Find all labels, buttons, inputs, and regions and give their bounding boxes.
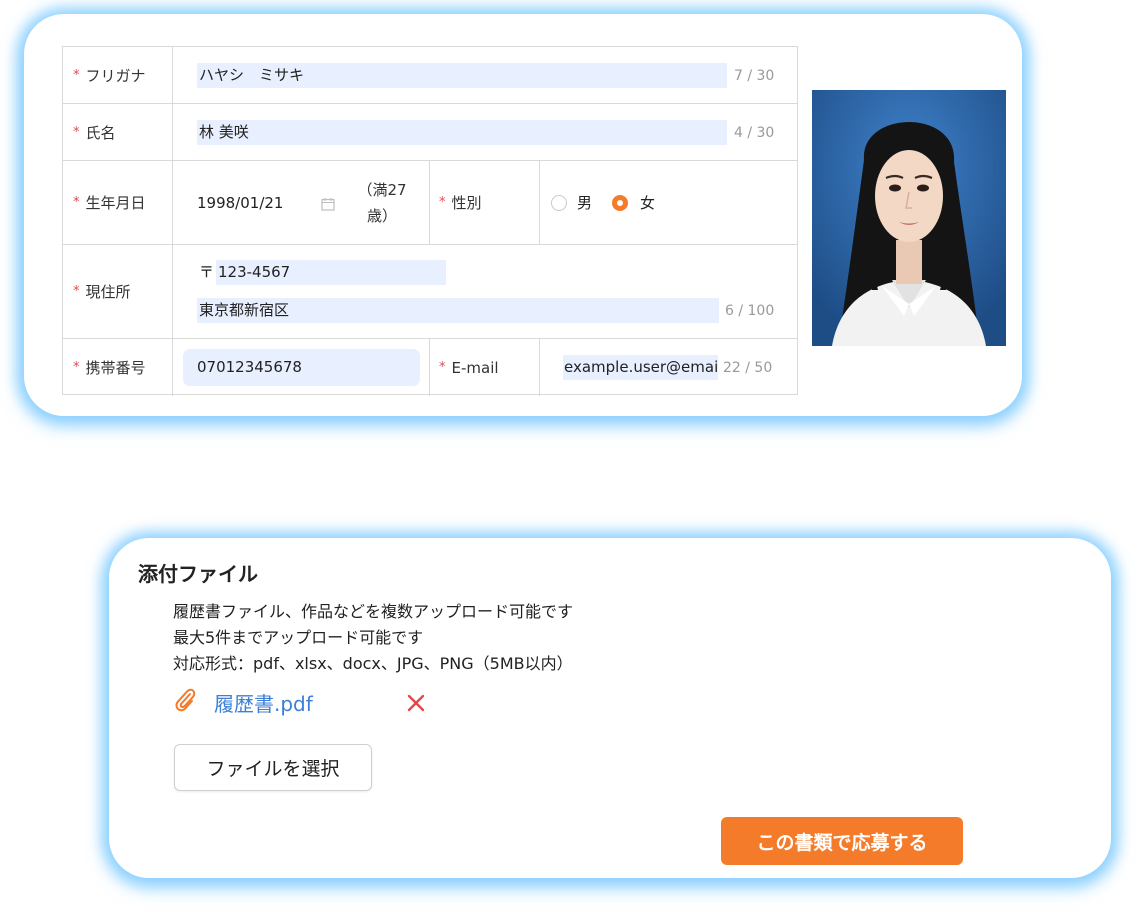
required-mark: * [73, 284, 80, 299]
divider [429, 339, 430, 396]
personal-info-form: * フリガナ ハヤシ ミサキ 7 / 30 * 氏名 林 美咲 4 / 30 *… [62, 46, 798, 396]
divider [539, 161, 540, 244]
calendar-icon[interactable] [321, 197, 335, 211]
required-mark: * [73, 124, 80, 140]
gender-label-text: 性別 [451, 194, 482, 212]
postal-code-value[interactable]: 123-4567 [218, 260, 438, 285]
attachments-desc-formats: 対応形式：pdf、xlsx、docx、JPG、PNG（5MB以内） [173, 654, 573, 673]
name-input-value[interactable]: 林 美咲 [199, 120, 719, 145]
furigana-label-text: フリガナ [85, 66, 146, 85]
paperclip-icon [175, 688, 196, 712]
gender-radio-male[interactable] [551, 195, 567, 211]
attachments-card: 添付ファイル 履歴書ファイル、作品などを複数アップロード可能です 最大5件までア… [109, 538, 1111, 878]
attachments-desc-multiple: 履歴書ファイル、作品などを複数アップロード可能です [173, 602, 574, 621]
address-input-value[interactable]: 東京都新宿区 [199, 298, 709, 323]
birthdate-input[interactable]: 1998/01/21 [197, 191, 307, 216]
required-mark: * [439, 195, 446, 210]
phone-input-value[interactable]: 07012345678 [197, 355, 407, 380]
remove-file-icon[interactable] [406, 693, 426, 713]
email-input-value[interactable]: example.user@emai [564, 355, 718, 380]
row-furigana: * フリガナ ハヤシ ミサキ 7 / 30 [63, 47, 797, 104]
email-label: * E-mail [439, 339, 499, 396]
age-line1: （満27 [357, 181, 407, 199]
required-mark: * [73, 67, 80, 83]
required-mark: * [73, 195, 80, 210]
address-label: * 現住所 [63, 245, 173, 338]
furigana-input-value[interactable]: ハヤシ ミサキ [199, 63, 719, 88]
select-file-button[interactable]: ファイルを選択 [174, 744, 372, 791]
divider [539, 339, 540, 396]
address-label-text: 現住所 [85, 283, 131, 301]
required-mark: * [73, 360, 80, 375]
attachments-title: 添付ファイル [138, 562, 258, 586]
gender-radio-female[interactable] [612, 195, 628, 211]
row-phone-email: * 携帯番号 07012345678 * E-mail example.user… [63, 339, 797, 396]
name-label: * 氏名 [63, 104, 173, 160]
row-birthdate-gender: * 生年月日 1998/01/21 （満27 歳） * 性別 男 女 [63, 161, 797, 245]
profile-photo [812, 90, 1006, 346]
required-mark: * [439, 360, 446, 375]
furigana-char-counter: 7 / 30 [734, 68, 775, 84]
portrait-image [812, 90, 1006, 346]
apply-with-documents-button[interactable]: この書類で応募する [721, 817, 963, 865]
postal-mark: 〒 [199, 263, 215, 281]
name-label-text: 氏名 [85, 123, 116, 142]
birthdate-label: * 生年月日 [63, 161, 173, 244]
email-char-counter: 22 / 50 [723, 360, 773, 376]
phone-label: * 携帯番号 [63, 339, 173, 396]
gender-option-female-label[interactable]: 女 [640, 192, 655, 213]
email-label-text: E-mail [451, 358, 499, 377]
birthdate-label-text: 生年月日 [85, 194, 146, 212]
attached-file-link[interactable]: 履歴書.pdf [214, 688, 313, 717]
phone-label-text: 携帯番号 [85, 359, 146, 377]
age-line2: 歳） [366, 207, 397, 225]
name-char-counter: 4 / 30 [734, 125, 775, 141]
row-name: * 氏名 林 美咲 4 / 30 [63, 104, 797, 161]
age-display: （満27 歳） [353, 177, 411, 229]
divider [429, 161, 430, 244]
gender-label: * 性別 [439, 161, 482, 244]
attachments-desc-limit: 最大5件までアップロード可能です [173, 628, 424, 647]
personal-info-card: * フリガナ ハヤシ ミサキ 7 / 30 * 氏名 林 美咲 4 / 30 *… [24, 14, 1022, 416]
gender-option-male-label[interactable]: 男 [577, 192, 592, 213]
furigana-label: * フリガナ [63, 47, 173, 103]
address-char-counter: 6 / 100 [725, 303, 775, 319]
row-address: * 現住所 〒 123-4567 東京都新宿区 6 / 100 [63, 245, 797, 339]
